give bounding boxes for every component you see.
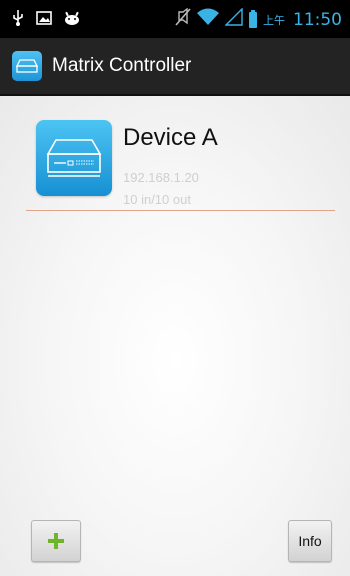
status-ampm: 上午 xyxy=(263,14,285,27)
action-bar: Matrix Controller xyxy=(0,38,350,96)
screen: 上午 11:50 Matrix Controller Device A 192.… xyxy=(0,0,350,576)
screenshot-icon xyxy=(36,11,52,30)
wifi-icon xyxy=(197,8,219,31)
usb-icon xyxy=(12,10,24,31)
status-left-icons xyxy=(12,10,80,31)
status-right-icons: 上午 11:50 xyxy=(175,7,342,31)
device-list-area: Device A 192.168.1.20 10 in/10 out Info xyxy=(0,96,350,576)
info-button[interactable]: Info xyxy=(288,520,332,562)
app-title: Matrix Controller xyxy=(52,55,192,76)
list-divider xyxy=(26,210,335,211)
device-ip: 192.168.1.20 xyxy=(123,170,199,185)
mute-icon xyxy=(175,7,191,31)
plus-icon xyxy=(48,533,64,549)
matrix-device-icon xyxy=(16,59,38,73)
android-debug-icon xyxy=(64,11,80,30)
device-io-count: 10 in/10 out xyxy=(123,192,191,207)
signal-icon xyxy=(224,7,243,31)
device-icon xyxy=(36,120,112,196)
battery-icon xyxy=(249,9,257,28)
device-name: Device A xyxy=(123,124,218,151)
device-list-item[interactable]: Device A 192.168.1.20 10 in/10 out xyxy=(26,110,335,208)
status-bar: 上午 11:50 xyxy=(0,0,350,38)
add-device-button[interactable] xyxy=(31,520,81,562)
status-time: 11:50 xyxy=(293,9,342,30)
app-icon[interactable] xyxy=(12,51,42,81)
matrix-device-icon xyxy=(46,139,102,177)
